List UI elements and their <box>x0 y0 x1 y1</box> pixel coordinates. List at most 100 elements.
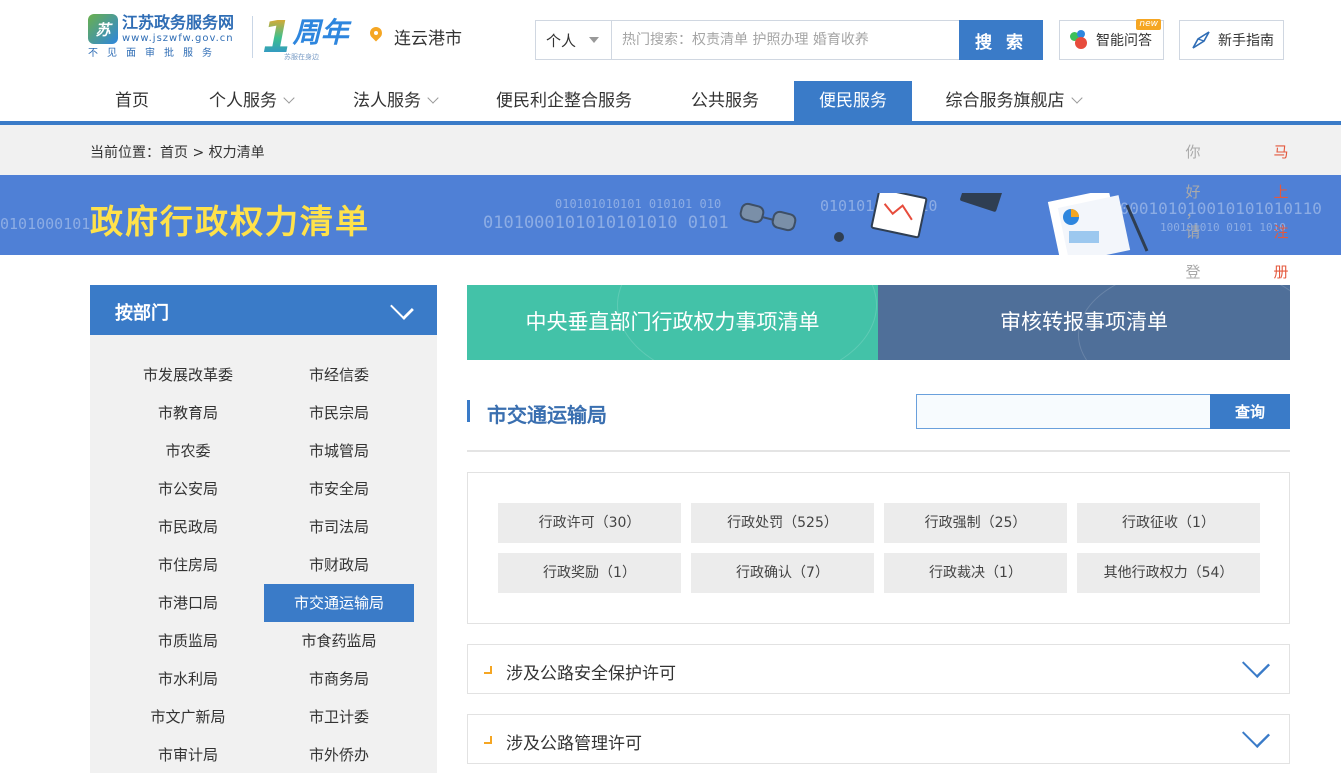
department-item[interactable]: 市司法局 <box>264 508 414 546</box>
arrow-bullet-icon <box>484 666 492 674</box>
arrow-bullet-icon <box>484 736 492 744</box>
category-chip[interactable]: 行政许可（30） <box>498 503 681 543</box>
chevron-down-icon <box>1070 92 1083 104</box>
caret-down-icon <box>589 37 599 43</box>
department-item[interactable]: 市食药监局 <box>264 622 414 660</box>
nav-item-flagship[interactable]: 综合服务旗舰店 <box>928 81 1098 122</box>
category-chip[interactable]: 其他行政权力（54） <box>1077 553 1260 593</box>
logo-divider <box>252 16 253 58</box>
compass-icon <box>1192 31 1210 49</box>
beginner-guide-label: 新手指南 <box>1218 33 1274 49</box>
tab-review-list[interactable]: 审核转报事项清单 <box>878 285 1290 360</box>
chevron-down-icon <box>427 92 439 104</box>
accordion-title: 涉及公路安全保护许可 <box>506 664 676 684</box>
query-button[interactable]: 查询 <box>1210 394 1290 429</box>
site-logo[interactable]: 苏 江苏政务服务网 www.jszwfw.gov.cn 不见面审批服务 <box>88 14 234 61</box>
search-input[interactable] <box>612 21 959 59</box>
section-divider <box>467 450 1290 452</box>
department-item[interactable]: 市外侨办 <box>264 736 414 773</box>
city-selector[interactable]: 连云港市 <box>368 24 462 49</box>
accordion-title: 涉及公路管理许可 <box>506 734 642 754</box>
accordion-item[interactable]: 涉及公路管理许可 <box>467 714 1290 764</box>
search-scope-select[interactable]: 个人 <box>536 21 612 59</box>
documents-icon <box>1047 193 1149 255</box>
query-input[interactable] <box>916 394 1211 429</box>
chevron-down-icon <box>283 92 295 104</box>
category-panel: 行政许可（30） 行政处罚（525） 行政强制（25） 行政征收（1） 行政奖励… <box>467 472 1290 624</box>
department-item[interactable]: 市安全局 <box>264 470 414 508</box>
search-button[interactable]: 搜 索 <box>959 20 1043 60</box>
category-chip[interactable]: 行政处罚（525） <box>691 503 874 543</box>
nav-item-public[interactable]: 公共服务 <box>668 81 782 122</box>
chat-bubbles-icon <box>1070 30 1092 50</box>
main-nav: 首页 个人服务 法人服务 便民利企整合服务 公共服务 便民服务 综合服务旗舰店 <box>0 81 1341 122</box>
department-item[interactable]: 市教育局 <box>113 394 263 432</box>
pen-cap-icon <box>834 232 844 242</box>
department-item-active[interactable]: 市交通运输局 <box>264 584 414 622</box>
banner-title: 政府行政权力清单 <box>90 202 370 241</box>
department-item[interactable]: 市城管局 <box>264 432 414 470</box>
section-accent-bar <box>467 400 470 422</box>
chevron-down-icon <box>390 296 414 320</box>
page: 苏 江苏政务服务网 www.jszwfw.gov.cn 不见面审批服务 1 周年… <box>0 0 1341 773</box>
binary-decoration: 010101010101 010101 010 <box>555 197 722 211</box>
new-badge: new <box>1136 19 1161 30</box>
department-panel-header[interactable]: 按部门 <box>90 285 437 335</box>
department-item[interactable]: 市民宗局 <box>264 394 414 432</box>
search-bar: 个人 搜 索 <box>535 20 1043 60</box>
location-pin-icon <box>368 27 384 47</box>
category-chip[interactable]: 行政裁决（1） <box>884 553 1067 593</box>
department-item[interactable]: 市公安局 <box>113 470 263 508</box>
category-chip[interactable]: 行政确认（7） <box>691 553 874 593</box>
nav-item-convenience[interactable]: 便民服务 <box>794 81 912 122</box>
department-item[interactable]: 市经信委 <box>264 356 414 394</box>
department-panel-title: 按部门 <box>115 303 169 324</box>
department-item[interactable]: 市民政局 <box>113 508 263 546</box>
binary-decoration: 0101000101 <box>0 215 91 233</box>
department-item[interactable]: 市农委 <box>113 432 263 470</box>
anniversary-logo: 1 周年 苏服在身边 <box>262 14 349 62</box>
chevron-down-icon <box>1241 719 1271 749</box>
ai-qa-button[interactable]: 智能问答 new <box>1059 19 1164 60</box>
department-item[interactable]: 市文广新局 <box>113 698 263 736</box>
site-header: 苏 江苏政务服务网 www.jszwfw.gov.cn 不见面审批服务 1 周年… <box>0 0 1341 80</box>
department-item[interactable]: 市质监局 <box>113 622 263 660</box>
department-list: 市发展改革委 市经信委 市教育局 市民宗局 市农委 市城管局 市公安局 市安全局… <box>90 335 437 773</box>
department-item[interactable]: 市住房局 <box>113 546 263 584</box>
category-chip[interactable]: 行政强制（25） <box>884 503 1067 543</box>
department-item[interactable]: 市港口局 <box>113 584 263 622</box>
page-banner: 0101000101 0101000101010101010 0101 0101… <box>0 175 1341 255</box>
nav-item-corporate[interactable]: 法人服务 <box>330 81 460 122</box>
nav-item-integrated[interactable]: 便民利企整合服务 <box>476 81 652 122</box>
logo-url: www.jszwfw.gov.cn <box>122 33 234 44</box>
department-item[interactable]: 市财政局 <box>264 546 414 584</box>
notebook-icon <box>960 193 1006 212</box>
nav-item-home[interactable]: 首页 <box>94 81 170 122</box>
ai-qa-label: 智能问答 <box>1096 33 1152 49</box>
department-item[interactable]: 市发展改革委 <box>113 356 263 394</box>
section-title: 市交通运输局 <box>487 403 607 427</box>
department-item[interactable]: 市水利局 <box>113 660 263 698</box>
logo-emblem: 苏 <box>88 14 118 44</box>
office-illustration <box>739 193 1149 255</box>
logo-slogan: 不见面审批服务 <box>88 48 221 59</box>
chevron-down-icon <box>1241 649 1271 679</box>
department-item[interactable]: 市审计局 <box>113 736 263 773</box>
anniversary-text: 周年 <box>292 16 349 49</box>
binary-decoration: 0101000101010101010 0101 <box>483 213 729 233</box>
tab-central-vertical-list[interactable]: 中央垂直部门行政权力事项清单 <box>467 285 878 360</box>
glasses-icon <box>739 202 797 232</box>
category-chip[interactable]: 行政征收（1） <box>1077 503 1260 543</box>
nav-item-personal[interactable]: 个人服务 <box>186 81 316 122</box>
register-link[interactable]: 马 上 注 册 <box>1273 132 1289 292</box>
logo-title: 江苏政务服务网 <box>122 13 235 32</box>
department-item[interactable]: 市商务局 <box>264 660 414 698</box>
department-item[interactable]: 市卫计委 <box>264 698 414 736</box>
float-login: 你 好 ， 请登 录 马 上 注 册 <box>1185 132 1295 321</box>
city-name: 连云港市 <box>394 29 462 49</box>
beginner-guide-button[interactable]: 新手指南 <box>1179 20 1284 60</box>
breadcrumb[interactable]: 当前位置：首页 > 权力清单 <box>90 142 265 162</box>
breadcrumb-bar: 当前位置：首页 > 权力清单 <box>0 125 1341 175</box>
accordion-item[interactable]: 涉及公路安全保护许可 <box>467 644 1290 694</box>
category-chip[interactable]: 行政奖励（1） <box>498 553 681 593</box>
